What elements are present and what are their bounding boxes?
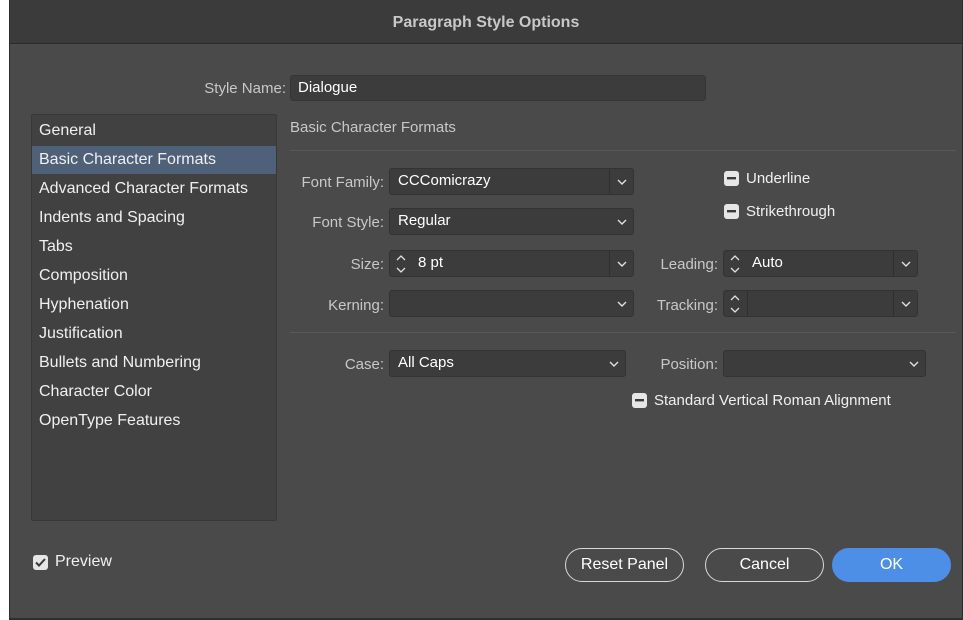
strikethrough-checkbox[interactable]: Strikethrough (724, 203, 835, 220)
vertical-roman-alignment-checkbox[interactable]: Standard Vertical Roman Alignment (632, 392, 891, 409)
sidebar-item-composition[interactable]: Composition (32, 262, 276, 290)
leading-value: Auto (752, 254, 783, 271)
position-dropdown[interactable] (723, 350, 926, 377)
font-family-label: Font Family: (301, 174, 384, 191)
ok-button[interactable]: OK (832, 548, 951, 582)
reset-panel-button[interactable]: Reset Panel (565, 548, 684, 582)
sidebar-item-character-color[interactable]: Character Color (32, 378, 276, 406)
sidebar-item-tabs[interactable]: Tabs (32, 233, 276, 261)
sidebar-item-basic-character-formats[interactable]: Basic Character Formats (32, 146, 276, 174)
cancel-button[interactable]: Cancel (705, 548, 824, 582)
font-style-label: Font Style: (312, 214, 384, 231)
chevron-down-icon (894, 251, 918, 276)
stepper-icon[interactable] (728, 293, 742, 315)
chevron-down-icon (602, 351, 626, 376)
category-list: General Basic Character Formats Advanced… (31, 114, 277, 521)
heading-divider (290, 150, 956, 151)
tracking-combobox[interactable] (723, 290, 918, 317)
chevron-down-icon (610, 169, 634, 194)
style-name-input[interactable]: Dialogue (290, 75, 706, 101)
stepper-icon[interactable] (728, 253, 742, 275)
preview-label: Preview (55, 553, 112, 570)
font-style-dropdown[interactable]: Regular (389, 208, 634, 235)
sidebar-item-justification[interactable]: Justification (32, 320, 276, 348)
strikethrough-label: Strikethrough (746, 203, 836, 220)
font-family-dropdown[interactable]: CCComicrazy (389, 168, 634, 195)
sidebar-item-general[interactable]: General (32, 117, 276, 145)
size-label: Size: (350, 256, 384, 273)
vertical-roman-alignment-label: Standard Vertical Roman Alignment (654, 392, 891, 409)
chevron-down-icon (610, 251, 634, 276)
mixed-state-icon (632, 393, 647, 408)
tracking-label: Tracking: (656, 297, 718, 314)
chevron-down-icon (610, 209, 634, 234)
size-combobox[interactable]: 8 pt (389, 250, 634, 277)
underline-checkbox[interactable]: Underline (724, 170, 810, 187)
leading-combobox[interactable]: Auto (723, 250, 918, 277)
window-title: Paragraph Style Options (10, 0, 962, 44)
size-value: 8 pt (418, 254, 444, 271)
sidebar-item-opentype-features[interactable]: OpenType Features (32, 407, 276, 435)
position-label: Position: (660, 356, 718, 373)
case-dropdown[interactable]: All Caps (389, 350, 626, 377)
sidebar-item-bullets-and-numbering[interactable]: Bullets and Numbering (32, 349, 276, 377)
preview-checkbox[interactable]: Preview (33, 553, 112, 571)
font-family-value: CCComicrazy (398, 172, 491, 189)
case-value: All Caps (398, 354, 454, 371)
mixed-state-icon (724, 171, 739, 186)
kerning-label: Kerning: (328, 297, 384, 314)
kerning-combobox[interactable] (389, 290, 634, 317)
stepper-icon[interactable] (394, 253, 408, 275)
chevron-down-icon (610, 291, 634, 316)
checkmark-icon (33, 554, 48, 570)
paragraph-style-options-dialog: Paragraph Style Options Style Name: Dial… (9, 0, 963, 620)
font-style-value: Regular (398, 212, 451, 229)
sidebar-item-advanced-character-formats[interactable]: Advanced Character Formats (32, 175, 276, 203)
sidebar-item-hyphenation[interactable]: Hyphenation (32, 291, 276, 319)
mixed-state-icon (724, 204, 739, 219)
chevron-down-icon (902, 351, 926, 376)
sidebar-item-indents-and-spacing[interactable]: Indents and Spacing (32, 204, 276, 232)
leading-label: Leading: (660, 256, 718, 273)
section-divider (290, 332, 956, 333)
chevron-down-icon (894, 291, 918, 316)
underline-label: Underline (746, 170, 811, 187)
style-name-label: Style Name: (204, 80, 286, 97)
case-label: Case: (344, 356, 384, 373)
panel-heading: Basic Character Formats (290, 119, 456, 136)
